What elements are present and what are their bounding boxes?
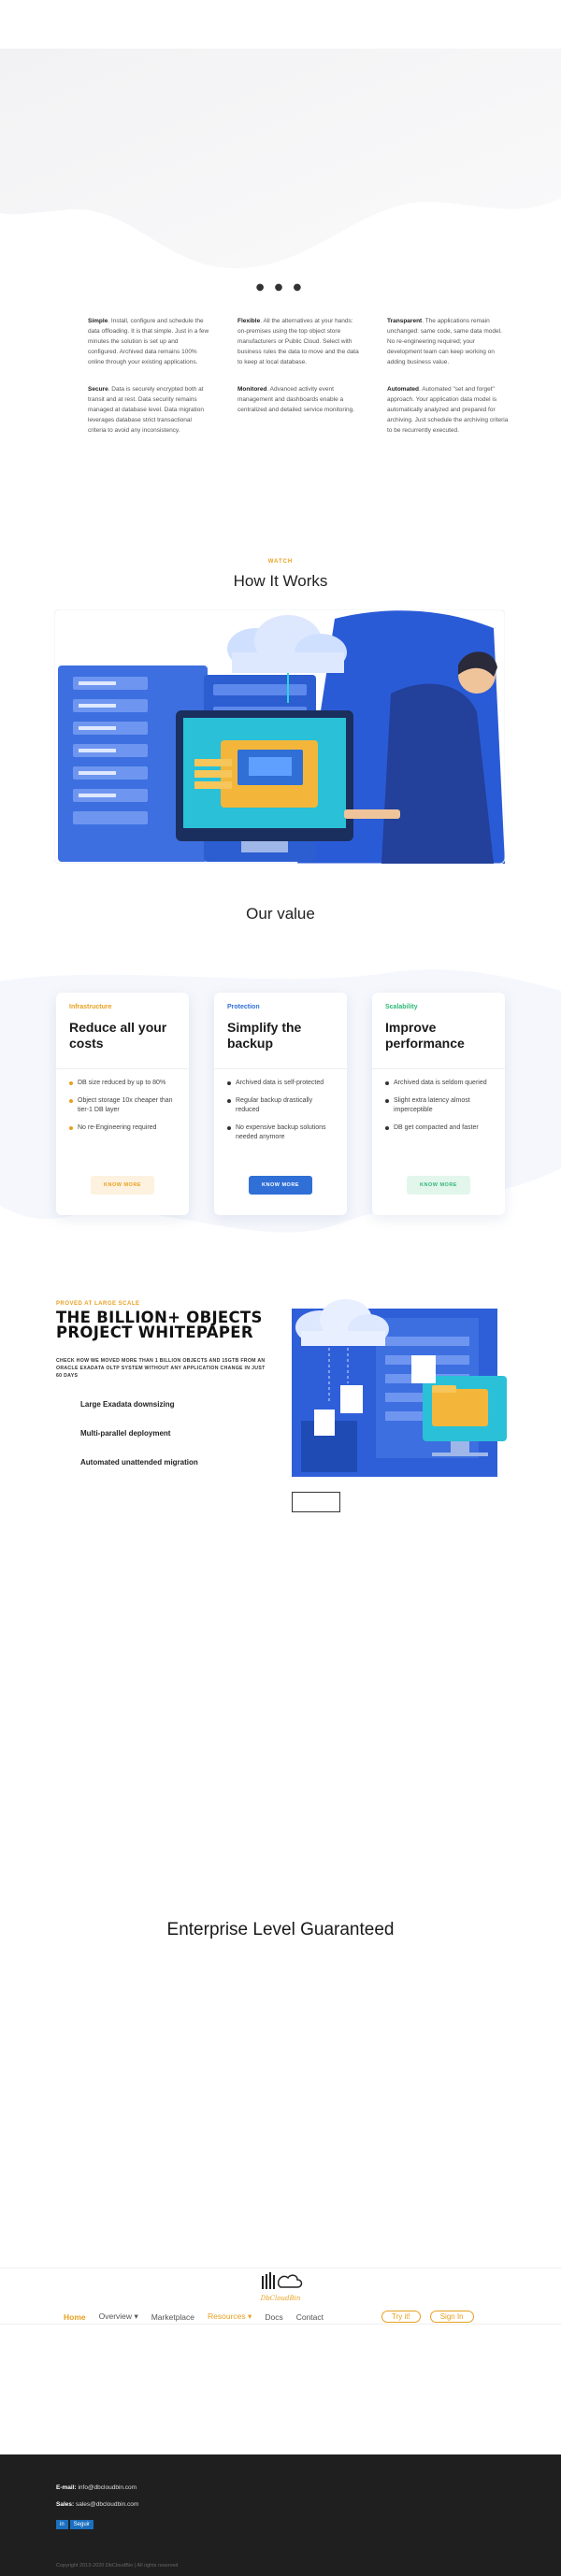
card-heading: Improve performance — [385, 1020, 465, 1051]
main-nav: Home Overview ▾ Marketplace Resources ▾ … — [0, 2311, 561, 2323]
nav-docs[interactable]: Docs — [265, 2312, 282, 2322]
feature-flexible: Flexible. All the alternatives at your h… — [237, 318, 359, 365]
linkedin-icon: in — [56, 2520, 68, 2529]
whitepaper-point: Large Exadata downsizing — [80, 1400, 175, 1409]
nav-contact[interactable]: Contact — [296, 2312, 324, 2322]
hero-wave-background — [0, 49, 561, 268]
whitepaper-illustration — [292, 1299, 507, 1479]
feature-automated: Automated. Automated "set and forget" ap… — [387, 386, 509, 434]
chevron-down-icon: ▾ — [134, 2311, 138, 2321]
how-it-works-video-illustration[interactable] — [54, 609, 505, 864]
card-bullet: No expensive backup solutions needed any… — [227, 1123, 334, 1142]
whitepaper-subtitle: CHECK HOW WE MOVED MORE THAN 1 BILLION O… — [56, 1358, 266, 1379]
card-bullet: Slight extra latency almost imperceptibl… — [385, 1096, 492, 1115]
email-link[interactable]: info@dbcloudbin.com — [78, 2484, 137, 2491]
footer: E-mail: info@dbcloudbin.com Sales: sales… — [0, 2454, 561, 2576]
linkedin-follow-button[interactable]: in Seguir — [56, 2520, 94, 2529]
card-bullet: Archived data is self-protected — [227, 1079, 334, 1088]
card-tag: Infrastructure — [69, 1004, 112, 1010]
value-card-scalability: Scalability Improve performance Archived… — [372, 993, 505, 1215]
whitepaper-point: Automated unattended migration — [80, 1458, 198, 1467]
card-tag: Scalability — [385, 1004, 418, 1010]
card-heading: Reduce all your costs — [69, 1020, 167, 1051]
feature-monitored: Monitored. Advanced activity event manag… — [237, 386, 355, 413]
card-bullet: DB size reduced by up to 80% — [69, 1079, 176, 1088]
value-title: Our value — [246, 905, 315, 923]
try-it-button[interactable]: Try it! — [381, 2311, 421, 2323]
features-grid: Simple. Install, configure and schedule … — [88, 316, 509, 436]
how-eyebrow: WATCH — [267, 559, 294, 565]
copyright: Copyright 2013-2020 DbCloudBin | All rig… — [56, 2563, 179, 2569]
nav-resources[interactable]: Resources ▾ — [208, 2311, 252, 2322]
value-card-infrastructure: Infrastructure Reduce all your costs DB … — [56, 993, 189, 1215]
sign-in-button[interactable]: Sign In — [429, 2311, 474, 2323]
know-more-button[interactable]: KNOW MORE — [249, 1176, 312, 1195]
value-cards: Infrastructure Reduce all your costs DB … — [56, 993, 505, 1215]
how-title: How It Works — [233, 572, 328, 590]
enterprise-title: Enterprise Level Guaranteed — [166, 1920, 395, 1939]
whitepaper-download-button[interactable] — [292, 1492, 340, 1512]
whitepaper-eyebrow: PROVED AT LARGE SCALE — [56, 1301, 140, 1307]
card-bullet: Archived data is seldom queried — [385, 1079, 492, 1088]
feature-simple: Simple. Install, configure and schedule … — [88, 318, 209, 365]
card-heading: Simplify the backup — [227, 1020, 302, 1051]
linkedin-follow-label: Seguir — [69, 2520, 94, 2529]
chevron-down-icon: ▾ — [248, 2311, 252, 2321]
value-card-protection: Protection Simplify the backup Archived … — [214, 993, 347, 1215]
whitepaper-points: Large Exadata downsizing Multi-parallel … — [80, 1400, 198, 1487]
footer-email: E-mail: info@dbcloudbin.com — [56, 2484, 137, 2491]
card-bullet: Regular backup drastically reduced — [227, 1096, 334, 1115]
logo-text: DbCloudBin — [260, 2295, 301, 2302]
dbcloudbin-logo[interactable]: DbCloudBin — [254, 2272, 307, 2306]
feature-transparent: Transparent. The applications remain unc… — [387, 318, 502, 365]
card-bullet: DB get compacted and faster — [385, 1123, 492, 1133]
footer-sales: Sales: sales@dbcloudbin.com — [56, 2501, 139, 2508]
nav-home[interactable]: Home — [64, 2312, 86, 2322]
nav-marketplace[interactable]: Marketplace — [151, 2312, 194, 2322]
whitepaper-title: THE BILLION+ OBJECTS PROJECT WHITEPAPER — [56, 1309, 263, 1341]
sales-link[interactable]: sales@dbcloudbin.com — [76, 2501, 138, 2508]
carousel-dots[interactable]: ● ● ● — [0, 282, 561, 293]
know-more-button[interactable]: KNOW MORE — [407, 1176, 470, 1195]
card-bullet: Object storage 10x cheaper than tier-1 D… — [69, 1096, 176, 1115]
feature-secure: Secure. Data is securely encrypted both … — [88, 386, 204, 434]
card-bullet: No re-Engineering required — [69, 1123, 176, 1133]
nav-overview[interactable]: Overview ▾ — [99, 2311, 138, 2322]
card-tag: Protection — [227, 1004, 260, 1010]
know-more-button[interactable]: KNOW MORE — [91, 1176, 154, 1195]
whitepaper-point: Multi-parallel deployment — [80, 1429, 171, 1438]
